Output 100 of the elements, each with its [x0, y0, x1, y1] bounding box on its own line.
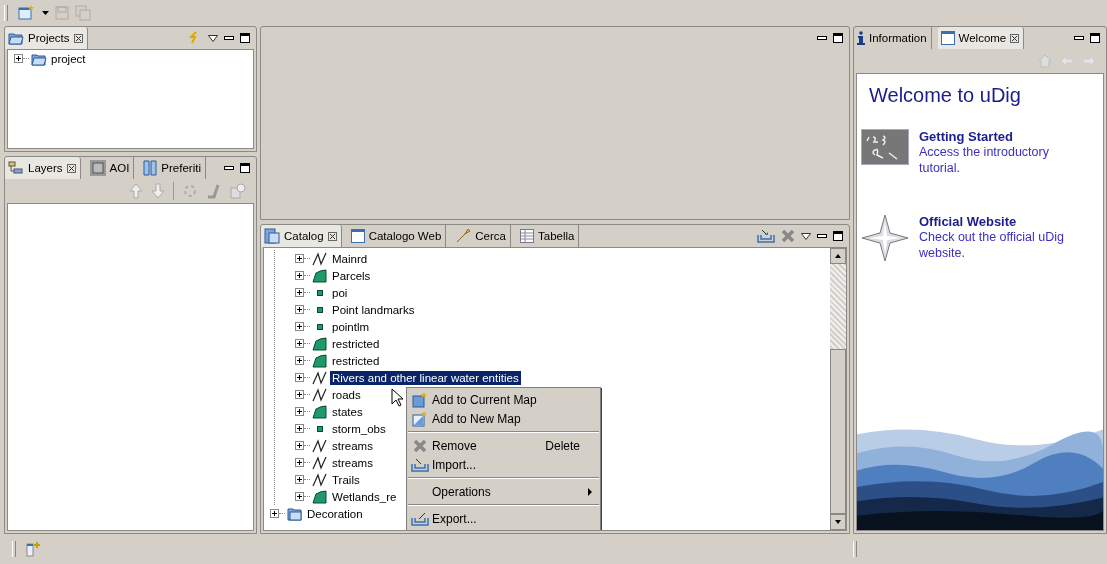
- line-layer-icon: [312, 472, 328, 487]
- expand-toggle[interactable]: [295, 492, 304, 501]
- maximize-icon[interactable]: [833, 33, 843, 43]
- minimize-icon[interactable]: [817, 35, 827, 41]
- maximize-icon[interactable]: [240, 163, 250, 173]
- tree-item[interactable]: Parcels: [330, 268, 373, 283]
- panel-tab[interactable]: Cerca: [475, 230, 506, 242]
- minimize-icon[interactable]: [224, 165, 234, 171]
- shortcut-label: Delete: [545, 438, 580, 453]
- import-icon: [411, 457, 429, 472]
- import-icon[interactable]: [757, 229, 775, 243]
- welcome-title: Welcome to uDig: [868, 83, 1022, 107]
- star-icon[interactable]: [861, 214, 909, 262]
- expand-toggle[interactable]: [295, 339, 304, 348]
- view-menu-icon[interactable]: [208, 34, 218, 42]
- add-map-icon: [412, 391, 428, 408]
- panel-tab[interactable]: Information: [869, 32, 927, 44]
- maximize-icon[interactable]: [833, 231, 843, 241]
- tree-item[interactable]: states: [330, 404, 365, 419]
- menu-item[interactable]: Add to New Map: [432, 411, 592, 426]
- polygon-layer-icon: [312, 268, 328, 283]
- expand-toggle[interactable]: [295, 356, 304, 365]
- expand-toggle[interactable]: [295, 407, 304, 416]
- tree-item[interactable]: roads: [330, 387, 363, 402]
- scroll-up-icon[interactable]: [830, 248, 846, 264]
- new-project-icon[interactable]: [18, 5, 36, 21]
- expand-toggle[interactable]: [295, 458, 304, 467]
- menu-item[interactable]: Remove: [432, 438, 546, 453]
- expand-toggle[interactable]: [295, 475, 304, 484]
- tree-item[interactable]: Mainrd: [330, 251, 370, 266]
- expand-toggle[interactable]: [295, 322, 304, 331]
- fast-view-icon[interactable]: [26, 541, 42, 557]
- tree-item[interactable]: storm_obs: [330, 421, 388, 436]
- panel-tab[interactable]: Tabella: [538, 230, 575, 242]
- point-layer-icon: [317, 425, 323, 432]
- menu-item[interactable]: Operations: [432, 484, 588, 499]
- line-layer-icon: [312, 387, 328, 402]
- expand-toggle[interactable]: [295, 373, 304, 382]
- expand-toggle[interactable]: [295, 271, 304, 280]
- line-layer-icon: [312, 370, 328, 385]
- line-layer-icon: [312, 251, 328, 266]
- folder-icon: [31, 51, 47, 66]
- tree-item[interactable]: pointlm: [330, 319, 372, 334]
- close-icon[interactable]: [1010, 33, 1020, 43]
- scrollbar[interactable]: [830, 248, 846, 530]
- panel-tab[interactable]: AOI: [109, 162, 130, 174]
- menu-item[interactable]: Add to Current Map: [432, 392, 592, 407]
- maximize-icon[interactable]: [1090, 33, 1100, 43]
- export-icon: [411, 511, 429, 526]
- line-layer-icon: [312, 438, 328, 453]
- expand-toggle[interactable]: [295, 424, 304, 433]
- tree-item[interactable]: restricted: [330, 353, 382, 368]
- expand-toggle[interactable]: [295, 254, 304, 263]
- expand-toggle[interactable]: [295, 288, 304, 297]
- menu-item[interactable]: Export...: [432, 511, 592, 526]
- view-menu-icon[interactable]: [801, 232, 811, 240]
- scroll-down-icon[interactable]: [830, 514, 846, 530]
- minimize-icon[interactable]: [1074, 35, 1084, 41]
- tree-item[interactable]: Wetlands_re: [330, 489, 399, 504]
- menu-item[interactable]: Import...: [432, 457, 592, 472]
- close-icon[interactable]: [327, 231, 337, 241]
- remove-icon: [413, 438, 427, 453]
- tree-item[interactable]: Point landmarks: [330, 302, 417, 317]
- point-layer-icon: [317, 289, 323, 296]
- tree-item[interactable]: project: [49, 51, 88, 66]
- layers-icon: [8, 161, 24, 175]
- close-icon[interactable]: [66, 163, 76, 173]
- scroll-thumb[interactable]: [830, 349, 846, 514]
- line-layer-icon: [312, 455, 328, 470]
- catalog-icon: [264, 228, 280, 244]
- link-description[interactable]: Check out the official uDig website.: [919, 229, 1069, 261]
- point-layer-icon: [317, 323, 323, 330]
- tree-item[interactable]: poi: [330, 285, 350, 300]
- maximize-icon[interactable]: [240, 33, 250, 43]
- expand-toggle[interactable]: [295, 441, 304, 450]
- minimize-icon[interactable]: [817, 233, 827, 239]
- expand-toggle[interactable]: [295, 305, 304, 314]
- folder-icon: [8, 31, 24, 45]
- expand-toggle[interactable]: [14, 54, 23, 63]
- expand-toggle[interactable]: [295, 390, 304, 399]
- tree-item[interactable]: streams: [330, 455, 375, 470]
- dropdown-arrow-icon[interactable]: [42, 11, 49, 15]
- tree-item[interactable]: Decoration: [305, 506, 365, 521]
- tree-item[interactable]: restricted: [330, 336, 382, 351]
- chalkboard-icon[interactable]: [861, 129, 909, 165]
- panel-tab[interactable]: Catalogo Web: [368, 230, 442, 242]
- minimize-icon[interactable]: [224, 35, 234, 41]
- panel-tab[interactable]: Preferiti: [161, 162, 201, 174]
- close-icon[interactable]: [73, 33, 83, 43]
- table-icon: [520, 229, 534, 243]
- tree-item[interactable]: Trails: [330, 472, 362, 487]
- submenu-arrow-icon: [588, 487, 592, 496]
- tree-item[interactable]: Rivers and other linear water entities: [330, 370, 521, 385]
- link-title[interactable]: Getting Started: [919, 129, 1069, 144]
- square-icon: [89, 160, 106, 176]
- expand-toggle[interactable]: [270, 509, 279, 518]
- tree-item[interactable]: streams: [330, 438, 375, 453]
- link-title[interactable]: Official Website: [919, 214, 1069, 229]
- link-description[interactable]: Access the introductory tutorial.: [919, 144, 1069, 176]
- polygon-layer-icon: [312, 404, 328, 419]
